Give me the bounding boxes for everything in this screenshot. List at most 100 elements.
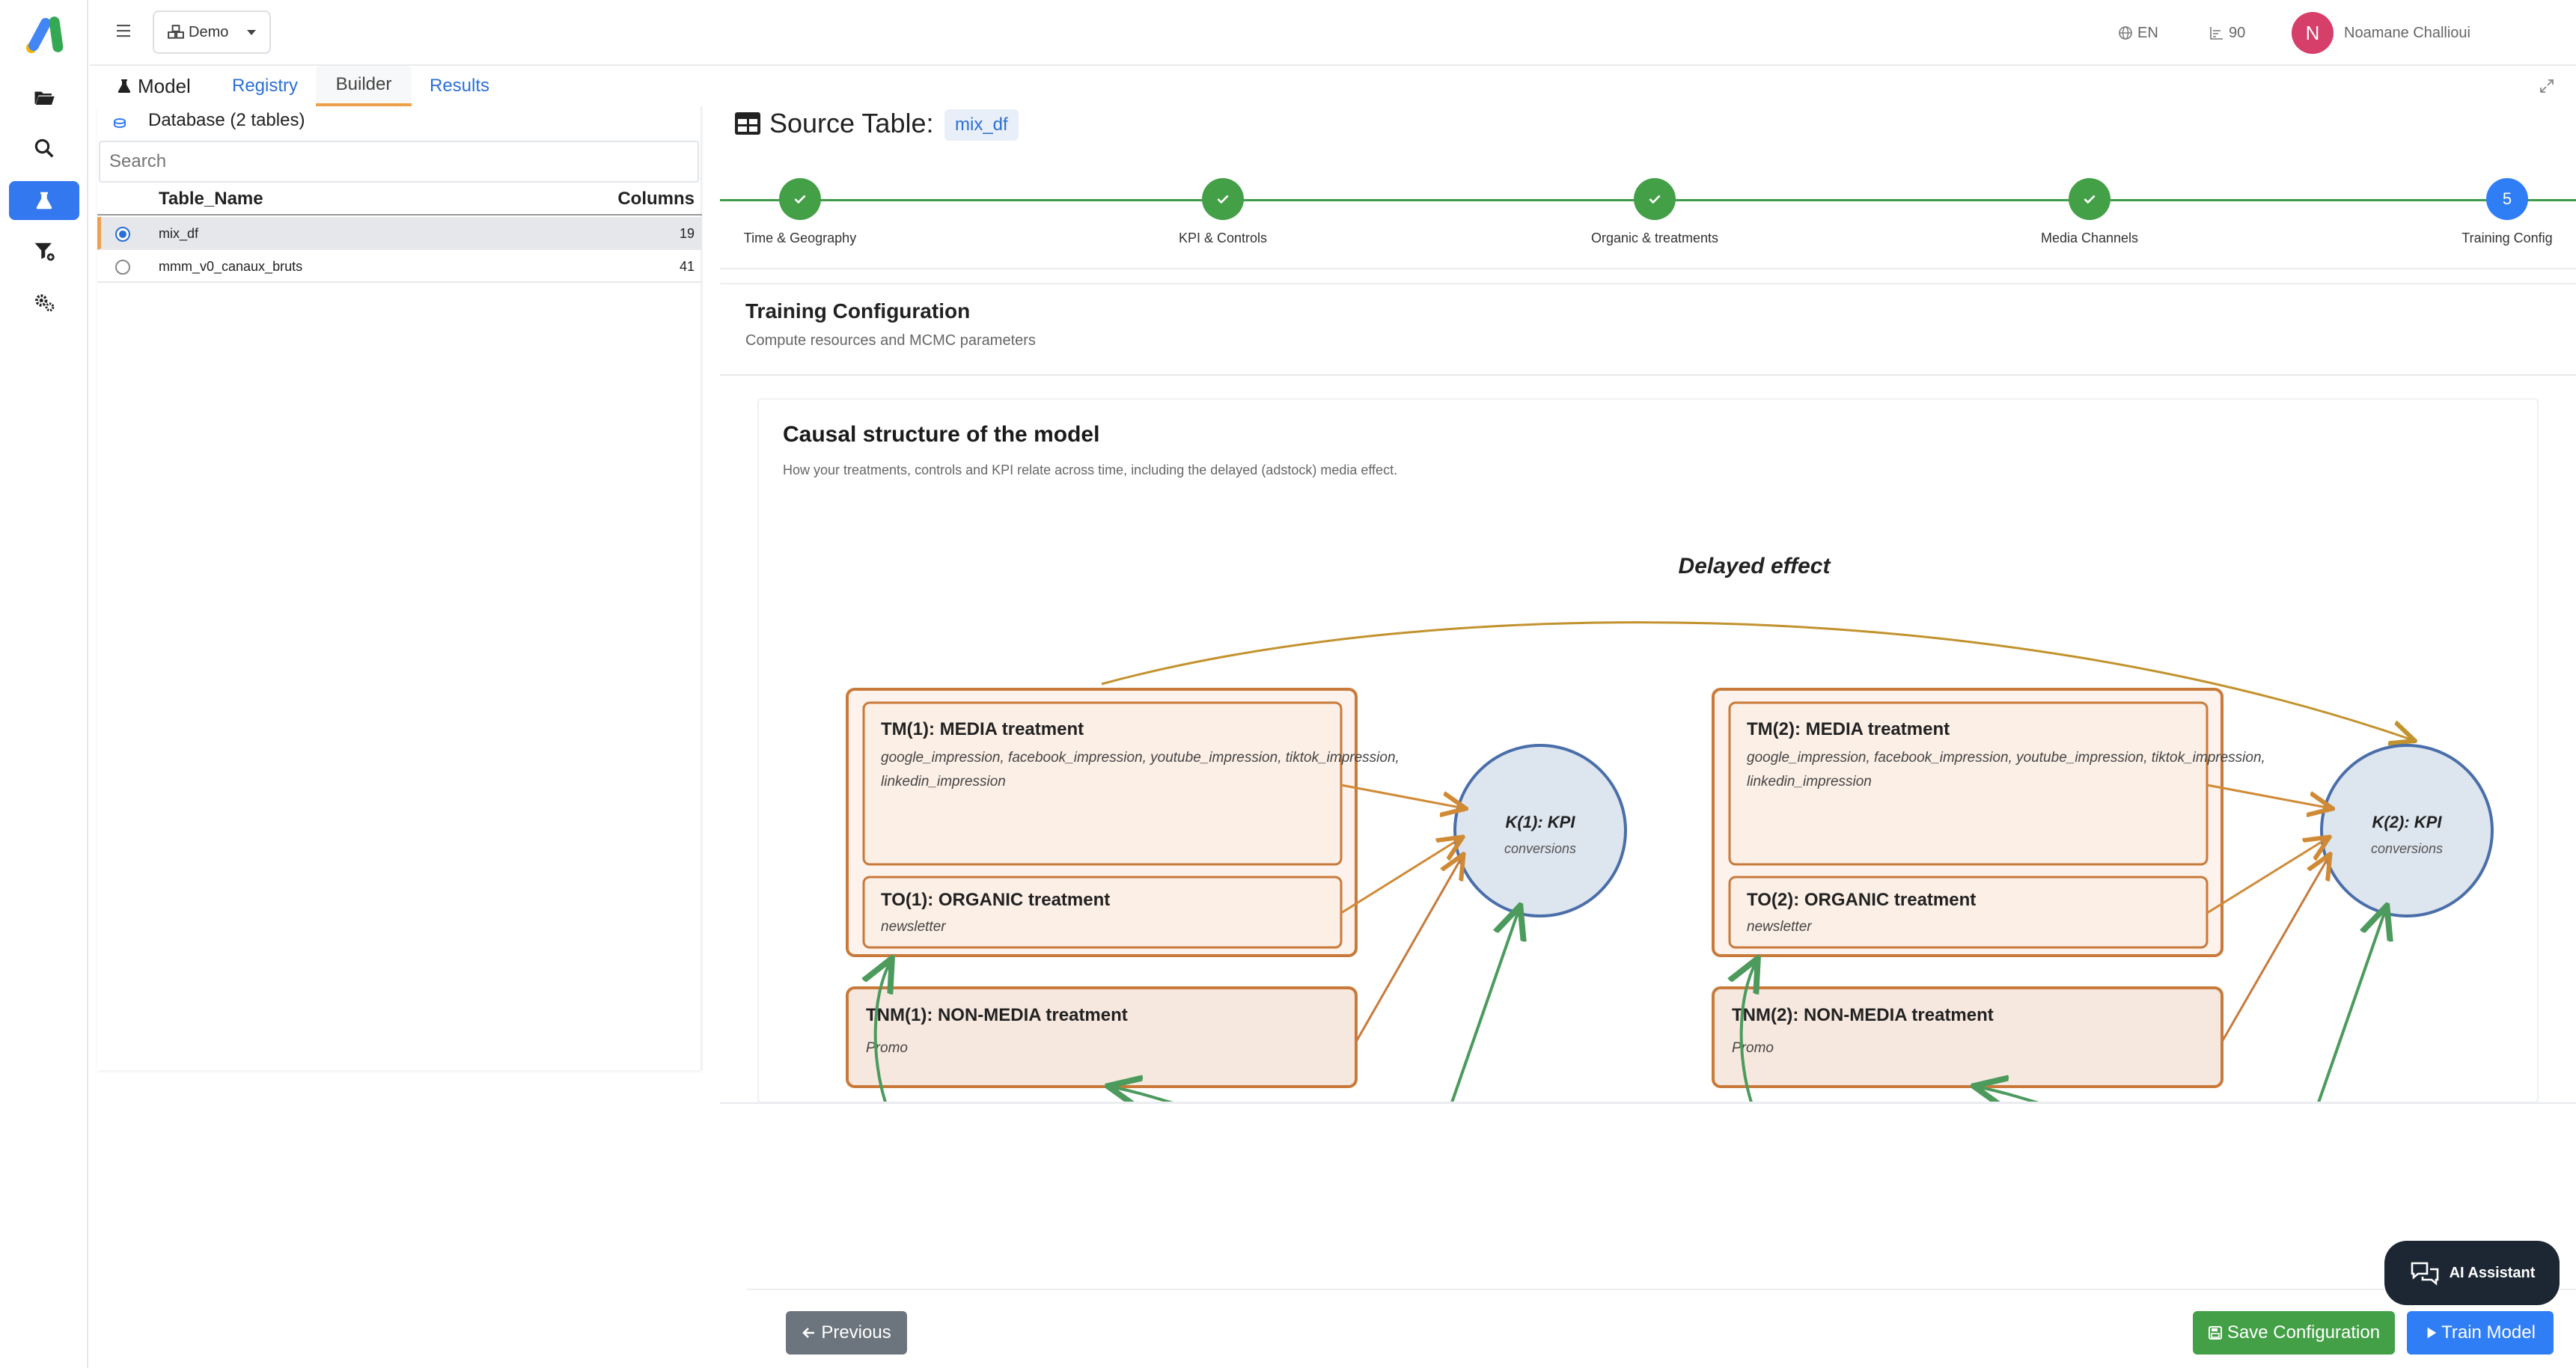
check-icon bbox=[2069, 178, 2110, 220]
table-name: mmm_v0_canaux_bruts bbox=[159, 259, 303, 274]
module-tabs: Model Registry Builder Results bbox=[90, 66, 2576, 106]
step-media-channels[interactable]: Media Channels bbox=[2000, 178, 2179, 246]
table-row[interactable]: mix_df 19 bbox=[97, 217, 702, 250]
column-header-columns: Columns bbox=[617, 189, 695, 209]
table-name: mix_df bbox=[159, 226, 199, 241]
control-to-kpi-edge bbox=[1450, 909, 1519, 1102]
search-icon bbox=[34, 138, 54, 158]
step-label: Media Channels bbox=[2040, 230, 2139, 245]
play-icon bbox=[2427, 1327, 2437, 1339]
top-bar: Demo EN 90 N Noamane Challioui bbox=[90, 0, 2576, 66]
period-1: TM(1): MEDIA treatment google_impression… bbox=[846, 688, 1627, 1102]
causal-structure-card: Causal structure of the model How your t… bbox=[757, 398, 2539, 1102]
sidebar-item-filters[interactable] bbox=[9, 232, 79, 271]
step-number: 5 bbox=[2486, 178, 2528, 220]
nonmedia-to-kpi-edge bbox=[1355, 856, 1462, 1042]
organic-treatment-box bbox=[1728, 876, 2209, 949]
save-label: Save Configuration bbox=[2226, 1322, 2381, 1343]
source-table-label: Source Table: bbox=[769, 108, 934, 138]
credits-value: 90 bbox=[2229, 24, 2246, 41]
train-model-button[interactable]: Train Model bbox=[2407, 1311, 2554, 1355]
step-organic-treatments[interactable]: Organic & treatments bbox=[1565, 178, 1745, 246]
nonmedia-treatment-box bbox=[846, 986, 1358, 1088]
step-label: Training Config bbox=[2461, 230, 2553, 245]
section-subtitle: Compute resources and MCMC parameters bbox=[745, 332, 1036, 349]
organic-to-kpi-edge bbox=[2206, 838, 2328, 914]
menu-icon[interactable] bbox=[115, 22, 132, 39]
workspace-label: Demo bbox=[189, 23, 229, 40]
tab-builder[interactable]: Builder bbox=[316, 66, 412, 106]
step-kpi-controls[interactable]: KPI & Controls bbox=[1133, 178, 1313, 246]
save-icon bbox=[2208, 1326, 2222, 1340]
gears-icon bbox=[35, 294, 55, 312]
wizard-footer: Previous Save Configuration Train Model bbox=[747, 1289, 2576, 1368]
organic-to-kpi-edge bbox=[1340, 838, 1461, 914]
sidebar-item-settings[interactable] bbox=[9, 283, 79, 322]
table-radio[interactable] bbox=[115, 227, 130, 242]
chat-icon bbox=[2411, 1262, 2438, 1286]
database-panel: Database (2 tables) Table_Name Columns m… bbox=[97, 106, 702, 1070]
step-label: Organic & treatments bbox=[1590, 230, 1719, 245]
flask-icon bbox=[117, 79, 131, 93]
control-to-kpi-edge bbox=[2317, 909, 2386, 1102]
sidebar bbox=[0, 0, 88, 1368]
builder-content: Source Table: mix_df Time & Geography KP… bbox=[720, 106, 2576, 1104]
sidebar-item-model[interactable] bbox=[9, 181, 79, 220]
flask-icon bbox=[36, 192, 52, 210]
nonmedia-treatment-sub: Promo bbox=[1732, 1040, 1774, 1056]
step-label: KPI & Controls bbox=[1178, 230, 1268, 245]
step-time-geography[interactable]: Time & Geography bbox=[720, 178, 890, 246]
nonmedia-treatment-title: TNM(2): NON-MEDIA treatment bbox=[1732, 1005, 1994, 1025]
table-row[interactable]: mmm_v0_canaux_bruts 41 bbox=[97, 250, 702, 283]
train-label: Train Model bbox=[2441, 1322, 2536, 1343]
media-treatment-channels: linkedin_impression bbox=[1747, 774, 1872, 790]
media-treatment-channels: google_impression, facebook_impression, … bbox=[881, 750, 1400, 766]
save-configuration-button[interactable]: Save Configuration bbox=[2193, 1311, 2395, 1355]
filter-icon bbox=[34, 242, 55, 261]
source-table-name: mix_df bbox=[944, 109, 1019, 141]
media-treatment-title: TM(2): MEDIA treatment bbox=[1747, 719, 1950, 739]
table-icon bbox=[735, 112, 760, 135]
folder-icon bbox=[34, 91, 55, 105]
user-name[interactable]: Noamane Challioui bbox=[2344, 0, 2470, 66]
step-label: Time & Geography bbox=[743, 230, 857, 245]
language-selector[interactable]: EN bbox=[2118, 0, 2158, 66]
search-input[interactable] bbox=[99, 141, 699, 183]
check-icon bbox=[1634, 178, 1676, 220]
tab-registry[interactable]: Registry bbox=[232, 66, 298, 106]
avatar[interactable]: N bbox=[2292, 12, 2334, 54]
sidebar-item-search[interactable] bbox=[9, 129, 79, 168]
cubes-icon bbox=[168, 25, 184, 39]
credits-indicator[interactable]: 90 bbox=[2209, 0, 2245, 66]
media-treatment-channels: linkedin_impression bbox=[881, 774, 1006, 790]
table-column-count: 19 bbox=[679, 226, 695, 241]
kpi-title: K(2): KPI bbox=[2372, 813, 2443, 831]
ai-assistant-button[interactable]: AI Assistant bbox=[2384, 1241, 2560, 1305]
table-radio[interactable] bbox=[115, 260, 130, 275]
organic-treatment-title: TO(1): ORGANIC treatment bbox=[881, 890, 1110, 910]
tab-results[interactable]: Results bbox=[430, 66, 489, 106]
organic-treatment-title: TO(2): ORGANIC treatment bbox=[1747, 890, 1976, 910]
source-table-heading: Source Table: bbox=[733, 106, 933, 141]
control-to-nonmedia-edge bbox=[1977, 1087, 2039, 1102]
step-training-config[interactable]: 5 Training Config bbox=[2417, 178, 2576, 246]
media-treatment-channels: google_impression, facebook_impression, … bbox=[1747, 750, 2265, 766]
chevron-down-icon bbox=[247, 30, 256, 35]
media-treatment-title: TM(1): MEDIA treatment bbox=[881, 719, 1084, 739]
nonmedia-treatment-title: TNM(1): NON-MEDIA treatment bbox=[866, 1005, 1128, 1025]
arrow-left-icon bbox=[802, 1328, 815, 1338]
organic-treatment-box bbox=[862, 876, 1343, 949]
previous-button[interactable]: Previous bbox=[786, 1311, 907, 1355]
workspace-select[interactable]: Demo bbox=[153, 10, 271, 54]
sidebar-item-projects[interactable] bbox=[9, 78, 79, 117]
language-label: EN bbox=[2137, 24, 2158, 41]
tab-model[interactable]: Model bbox=[115, 66, 191, 106]
step-progress: Time & Geography KPI & Controls Organic … bbox=[720, 178, 2576, 269]
delayed-effect-label: Delayed effect bbox=[1679, 554, 1832, 578]
app-logo[interactable] bbox=[24, 10, 76, 55]
database-title: Database (2 tables) bbox=[148, 110, 305, 130]
chart-icon bbox=[2210, 27, 2223, 40]
nonmedia-treatment-sub: Promo bbox=[866, 1040, 908, 1056]
avatar-initial: N bbox=[2305, 21, 2320, 44]
expand-icon[interactable] bbox=[2539, 78, 2555, 94]
